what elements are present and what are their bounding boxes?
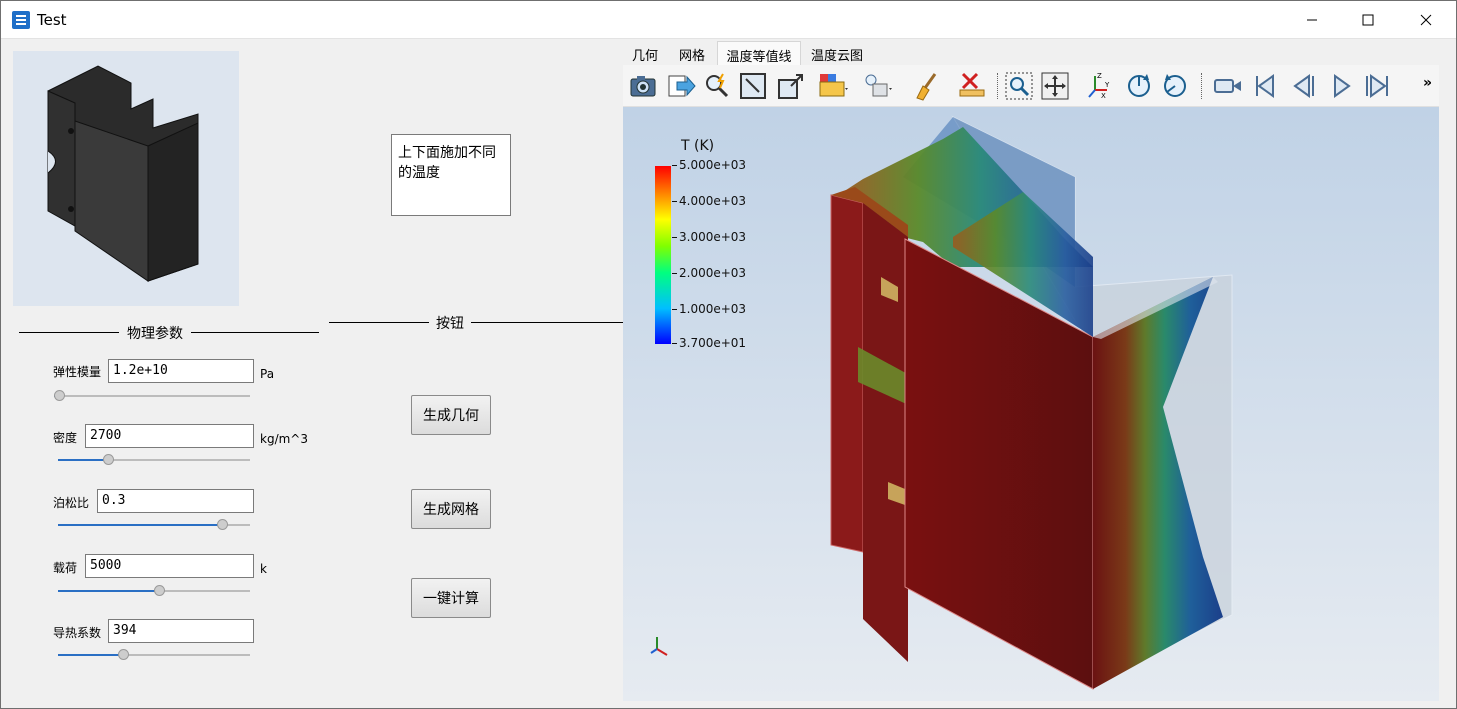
prev-frame-icon[interactable] xyxy=(1287,70,1319,102)
tab-geometry[interactable]: 几何 xyxy=(623,41,667,65)
last-frame-icon[interactable] xyxy=(1361,70,1393,102)
thermal-conductivity-input[interactable]: 394 xyxy=(108,619,254,643)
param-unit: k xyxy=(260,562,267,576)
tab-temperature-contour[interactable]: 温度等值线 xyxy=(717,41,801,65)
density-slider[interactable] xyxy=(58,454,250,466)
window-title: Test xyxy=(37,11,67,29)
orientation-axes-icon xyxy=(650,637,668,656)
generate-mesh-button[interactable]: 生成网格 xyxy=(411,489,491,529)
param-label: 弹性模量 xyxy=(53,365,102,379)
generate-geometry-button[interactable]: 生成几何 xyxy=(411,395,491,435)
tab-temperature-cloud[interactable]: 温度云图 xyxy=(803,41,871,65)
load-input[interactable]: 5000 xyxy=(85,554,254,578)
elastic-modulus-slider[interactable] xyxy=(54,390,250,402)
buttons-group-title: 按钮 xyxy=(429,313,471,333)
param-unit: kg/m^3 xyxy=(260,432,308,446)
maximize-icon xyxy=(1362,14,1374,26)
minimize-button[interactable] xyxy=(1284,1,1340,39)
rotate-cw-icon[interactable] xyxy=(1123,70,1155,102)
load-slider[interactable] xyxy=(58,585,250,597)
clear-icon[interactable] xyxy=(911,70,943,102)
zoom-region-icon[interactable] xyxy=(1003,70,1035,102)
geometry-preview-image xyxy=(47,65,199,282)
zoom-box-icon[interactable] xyxy=(737,70,769,102)
axes-icon[interactable]: ZYX xyxy=(1083,70,1115,102)
param-label: 泊松比 xyxy=(53,496,90,510)
toolbar-overflow-button[interactable]: » xyxy=(1423,75,1432,91)
svg-text:X: X xyxy=(1101,92,1106,100)
pan-icon[interactable] xyxy=(1039,70,1071,102)
render-viewport[interactable]: T (K) 5.000e+03 4.000e+03 3.000e+03 2.00… xyxy=(623,107,1439,701)
poisson-ratio-input[interactable]: 0.3 xyxy=(97,489,254,513)
tab-mesh[interactable]: 网格 xyxy=(669,41,715,65)
minimize-icon xyxy=(1307,19,1317,21)
view-toolbar: ZYX » xyxy=(623,65,1439,107)
param-label: 密度 xyxy=(53,431,78,445)
close-icon xyxy=(1420,14,1432,26)
app-icon xyxy=(12,11,30,29)
video-icon[interactable] xyxy=(1211,70,1243,102)
light-icon[interactable] xyxy=(861,70,893,102)
param-unit: Pa xyxy=(260,367,275,381)
maximize-button[interactable] xyxy=(1340,1,1396,39)
param-label: 导热系数 xyxy=(53,626,102,640)
physics-group-title: 物理参数 xyxy=(119,323,191,343)
svg-text:Z: Z xyxy=(1097,72,1102,80)
app-window: Test 上下面施加不同的温度 物理参数 按钮 弹性模量 1.2e+10 Pa … xyxy=(0,0,1457,709)
close-button[interactable] xyxy=(1398,1,1454,39)
elastic-modulus-input[interactable]: 1.2e+10 xyxy=(108,359,254,383)
density-input[interactable]: 2700 xyxy=(85,424,254,448)
first-frame-icon[interactable] xyxy=(1249,70,1281,102)
camera-icon[interactable] xyxy=(627,70,659,102)
title-bar: Test xyxy=(1,1,1456,39)
param-label: 载荷 xyxy=(53,561,78,575)
delete-icon[interactable] xyxy=(957,70,989,102)
compute-button[interactable]: 一键计算 xyxy=(411,578,491,618)
rotate-ccw-icon[interactable] xyxy=(1159,70,1191,102)
fit-view-icon[interactable] xyxy=(775,70,807,102)
note-box: 上下面施加不同的温度 xyxy=(391,134,511,216)
poisson-ratio-slider[interactable] xyxy=(58,519,250,531)
color-select-icon[interactable] xyxy=(817,70,849,102)
play-icon[interactable] xyxy=(1325,70,1357,102)
svg-text:Y: Y xyxy=(1104,81,1110,89)
buttons-group-frame xyxy=(329,322,625,323)
temperature-model-render xyxy=(830,115,1233,690)
export-icon[interactable] xyxy=(665,70,697,102)
thermal-conductivity-slider[interactable] xyxy=(58,649,250,661)
query-icon[interactable] xyxy=(701,70,733,102)
geometry-preview xyxy=(13,51,239,306)
